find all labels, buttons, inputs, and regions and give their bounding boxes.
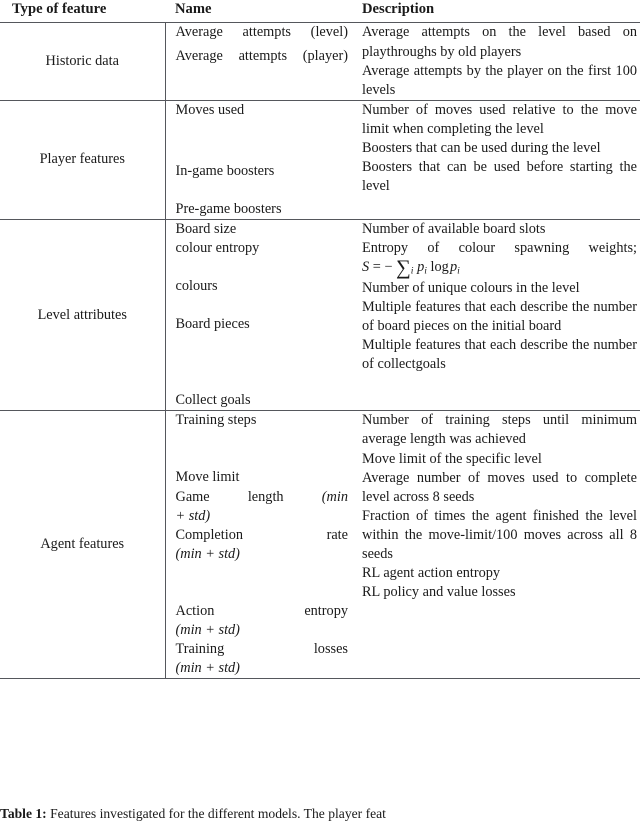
feature-name: Board size <box>175 221 237 238</box>
feature-name: Pre-game boosters <box>175 200 282 217</box>
feature-name-with-suffix: Action entropy (min + std) <box>176 602 349 640</box>
group-label-player-features: Player features <box>0 99 166 220</box>
table-bottom-rule <box>0 678 640 680</box>
rule-cell <box>357 678 640 680</box>
feature-name-with-suffix: Game length (min + std) <box>176 488 349 526</box>
feature-name-suffix: (min + std) <box>175 621 240 638</box>
feature-description: Fraction of times the agent finished the… <box>362 507 637 562</box>
group-label-level-attributes: Level attributes <box>0 219 166 411</box>
name-cell: Training steps Move limit Game length (m… <box>165 410 357 679</box>
name-cell: Average attempts (level) Average attempt… <box>165 23 357 100</box>
column-header-name: Name <box>165 0 357 24</box>
feature-description: Multiple features that each describe the… <box>362 337 637 373</box>
table-row: Historic data Average attempts (level) A… <box>0 22 640 101</box>
feature-name: Collect goals <box>175 392 251 409</box>
description-cell: Number of moves used relative to the mov… <box>357 99 640 220</box>
feature-description: Number of training steps until minimum a… <box>362 412 637 448</box>
feature-description: RL policy and value losses <box>362 584 516 601</box>
name-cell: Moves used In-game boosters Pre-game boo… <box>165 99 357 220</box>
feature-name-with-suffix: Training losses (min + std) <box>176 640 349 678</box>
feature-description: Average number of moves used to complete… <box>362 469 637 505</box>
table-header: Type of feature Name Description <box>0 0 640 24</box>
feature-description-entropy: Entropy of colour spawning weights; S = … <box>362 239 637 279</box>
caption-label: Table 1: <box>0 806 47 821</box>
feature-name-suffix: (min + std) <box>175 545 240 562</box>
description-cell: Number of training steps until minimum a… <box>357 410 640 679</box>
feature-description: Number of available board slots <box>362 221 546 238</box>
feature-description: Average attempts on the level based on p… <box>362 24 637 60</box>
feature-name: Average attempts (level) <box>175 24 349 41</box>
description-cell: Number of available board slots Entropy … <box>357 219 640 411</box>
column-header-type: Type of feature <box>0 0 165 24</box>
rule-cell <box>0 678 165 680</box>
column-header-description: Description <box>357 0 640 24</box>
description-cell: Average attempts on the level based on p… <box>357 23 640 100</box>
group-label-agent-features: Agent features <box>0 410 166 679</box>
feature-name-suffix: (min + std) <box>175 660 240 677</box>
feature-name: Training losses <box>175 641 349 658</box>
feature-name: Action entropy <box>175 602 349 619</box>
feature-name-suffix-cont: + std) <box>175 507 211 524</box>
table-caption: Table 1: Features investigated for the d… <box>0 805 640 821</box>
table-page: Type of feature Name Description Histori… <box>0 0 640 821</box>
feature-description: Boosters that can be used before startin… <box>362 159 637 195</box>
feature-name-suffix: (min <box>321 488 348 505</box>
feature-name: Move limit <box>175 469 240 486</box>
feature-name: In-game boosters <box>175 162 275 179</box>
feature-description: RL agent action entropy <box>362 565 501 582</box>
feature-description: Average attempts by the player on the fi… <box>362 62 637 98</box>
table-row: Agent features Training steps Move limit… <box>0 410 640 679</box>
feature-name: colours <box>175 278 218 295</box>
feature-description: Multiple features that each describe the… <box>362 298 637 335</box>
feature-name: Moves used <box>175 101 245 118</box>
table-row: Player features Moves used In-game boost… <box>0 99 640 220</box>
group-label-historic-data: Historic data <box>0 22 166 101</box>
name-cell: Board size colour entropy colours Board … <box>165 219 357 411</box>
rule-cell <box>165 678 357 680</box>
table-row: Level attributes Board size colour entro… <box>0 219 640 411</box>
table-body: Historic data Average attempts (level) A… <box>0 22 640 680</box>
entropy-formula: S = − ∑i pi log pi <box>362 256 460 279</box>
features-table: Type of feature Name Description Histori… <box>0 0 640 680</box>
feature-description: Boosters that can be used during the lev… <box>362 139 601 156</box>
feature-name-with-suffix: Completion rate (min + std) <box>176 526 349 564</box>
feature-description: Move limit of the specific level <box>362 450 542 467</box>
feature-name: Average attempts (player) <box>175 47 349 64</box>
feature-description: Number of moves used relative to the mov… <box>362 101 637 137</box>
caption-text: Features investigated for the different … <box>50 806 386 821</box>
feature-name: Game length <box>175 488 284 505</box>
header-row: Type of feature Name Description <box>0 0 640 24</box>
feature-name: Board pieces <box>175 316 250 333</box>
feature-name: Training steps <box>175 412 257 429</box>
feature-name: Completion rate <box>175 526 349 543</box>
entropy-description: Entropy of colour spawning weights; <box>362 240 637 257</box>
feature-name: colour entropy <box>175 240 260 257</box>
feature-description: Number of unique colours in the level <box>362 279 580 296</box>
